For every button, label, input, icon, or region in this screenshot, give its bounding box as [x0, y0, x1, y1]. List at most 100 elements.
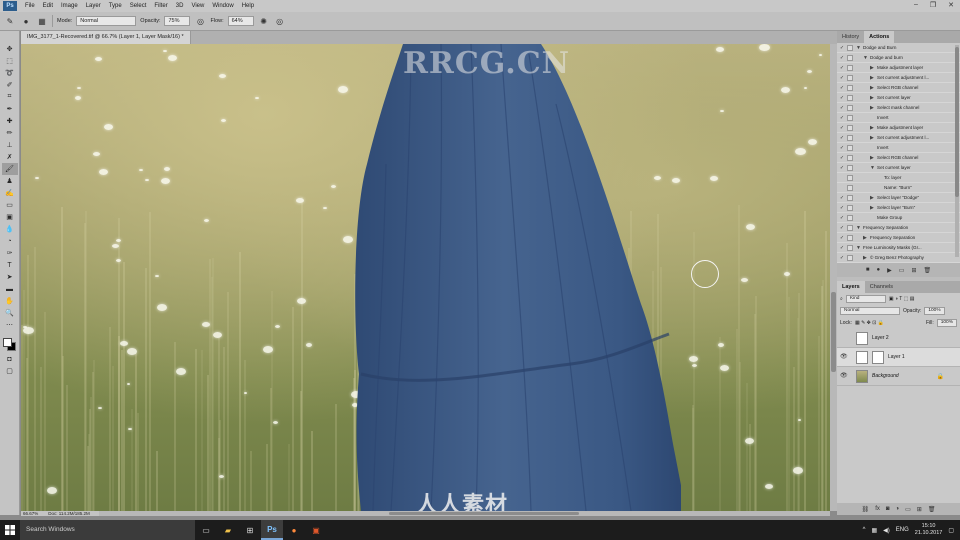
layer-row[interactable]: 👁 Layer 1 [837, 348, 960, 367]
action-check-icon[interactable]: ✓ [839, 95, 845, 101]
dialog-toggle-box[interactable] [847, 235, 853, 241]
hand-tool-icon[interactable]: ✋ [2, 295, 18, 307]
action-row[interactable]: ✓ ▶ Make adjustment layer [837, 63, 960, 73]
action-row[interactable]: ✓ Invert [837, 143, 960, 153]
clone-stamp-tool-icon[interactable]: ⊥ [2, 139, 18, 151]
zoom-level[interactable]: 66.67% [23, 511, 38, 516]
expand-triangle-icon[interactable]: ▼ [863, 53, 868, 63]
dialog-toggle-box[interactable] [847, 155, 853, 161]
action-check-icon[interactable]: ✓ [839, 85, 845, 91]
action-row[interactable]: ✓ ▶ Select RGB channel [837, 153, 960, 163]
lock-icons[interactable]: ▦ ✎ ✥ ⊡ 🔒 [855, 320, 884, 326]
action-row[interactable]: ✓ Make Group [837, 213, 960, 223]
layer-mask-thumbnail[interactable] [872, 351, 884, 364]
action-row[interactable]: To: layer [837, 173, 960, 183]
action-row[interactable]: ✓ ▼ Frequency Separation [837, 223, 960, 233]
brush-tool-icon[interactable]: 🖌 [1, 163, 18, 175]
dialog-toggle-box[interactable] [847, 245, 853, 251]
menu-filter[interactable]: Filter [150, 3, 171, 9]
filter-icons[interactable]: ▣ ◑ T ⬚ ▤ [889, 296, 915, 302]
pressure-size-icon[interactable]: ◎ [274, 15, 286, 27]
dialog-toggle-box[interactable] [847, 75, 853, 81]
start-button[interactable] [0, 520, 20, 540]
color-swatches[interactable] [2, 337, 18, 353]
dialog-toggle-box[interactable] [847, 85, 853, 91]
blur-tool-icon[interactable]: 💧 [2, 223, 18, 235]
action-check-icon[interactable]: ✓ [839, 245, 845, 251]
new-action-icon[interactable]: ⊞ [911, 267, 916, 274]
expand-triangle-icon[interactable]: ▼ [856, 243, 861, 253]
dialog-toggle-box[interactable] [847, 95, 853, 101]
dialog-toggle-box[interactable] [847, 65, 853, 71]
action-check-icon[interactable]: ✓ [839, 75, 845, 81]
expand-triangle-icon[interactable]: ▶ [870, 93, 874, 103]
action-row[interactable]: ✓ ▶ Select layer "Dodge" [837, 193, 960, 203]
action-check-icon[interactable]: ✓ [839, 235, 845, 241]
menu-type[interactable]: Type [105, 3, 126, 9]
menu-window[interactable]: Window [208, 3, 237, 9]
app-icon[interactable]: ▣ [305, 520, 327, 540]
expand-triangle-icon[interactable]: ▶ [870, 203, 874, 213]
tab-channels[interactable]: Channels [865, 281, 898, 293]
layer-row[interactable]: Layer 2 [837, 329, 960, 348]
layer-opacity-field[interactable]: 100% [924, 307, 945, 315]
action-check-icon[interactable]: ✓ [839, 105, 845, 111]
dialog-toggle-box[interactable] [847, 125, 853, 131]
menu-view[interactable]: View [187, 3, 208, 9]
tray-chevron-icon[interactable]: ^ [863, 527, 866, 533]
action-row[interactable]: ✓ ▶ Frequency Separation [837, 233, 960, 243]
group-icon[interactable]: ▭ [905, 506, 911, 513]
quick-select-tool-icon[interactable]: ✐ [2, 79, 18, 91]
task-view-icon[interactable]: ▭ [195, 520, 217, 540]
language-indicator[interactable]: ENG [896, 527, 909, 533]
type-tool-icon[interactable]: T [2, 259, 18, 271]
close-button[interactable]: ✕ [948, 1, 954, 9]
crop-tool-icon[interactable]: ⌗ [2, 91, 18, 103]
network-icon[interactable]: ▦ [871, 527, 877, 534]
action-row[interactable]: ✓ ▶ Select mask channel [837, 103, 960, 113]
expand-triangle-icon[interactable]: ▶ [870, 193, 874, 203]
eyedropper-tool-icon[interactable]: ✒ [2, 103, 18, 115]
record-icon[interactable]: ● [877, 267, 881, 273]
fill-field[interactable]: 100% [936, 319, 957, 327]
layer-name[interactable]: Layer 2 [872, 335, 889, 341]
document-tab[interactable]: IMG_3177_1-Recovered.tif @ 66.7% (Layer … [21, 31, 191, 44]
layer-name[interactable]: Background [872, 373, 899, 379]
action-row[interactable]: ✓ ▶ Set current layer [837, 93, 960, 103]
path-select-tool-icon[interactable]: ➤ [2, 271, 18, 283]
delete-icon[interactable]: 🗑 [923, 267, 931, 274]
action-row[interactable]: ✓ ▶ © Greg Benz Photography [837, 253, 960, 263]
healing-brush-tool-icon[interactable]: ✚ [2, 115, 18, 127]
blend-mode-select[interactable]: Normal [840, 307, 900, 315]
history-brush-tool-icon[interactable]: ✗ [2, 151, 18, 163]
clock[interactable]: 15:10 21.10.2017 [915, 523, 943, 537]
menu-3d[interactable]: 3D [172, 3, 188, 9]
action-row[interactable]: ✓ ▶ Set current adjustment l... [837, 73, 960, 83]
kind-filter-select[interactable]: Kind [845, 295, 886, 303]
mode-select[interactable]: Normal [76, 16, 137, 26]
expand-triangle-icon[interactable]: ▼ [856, 223, 861, 233]
tab-layers[interactable]: Layers [837, 281, 865, 293]
action-check-icon[interactable]: ✓ [839, 115, 845, 121]
adjustment-icon[interactable]: ◑ [895, 506, 899, 512]
visibility-eye-icon[interactable]: 👁 [840, 354, 848, 360]
layer-row[interactable]: 👁 Background 🔒 [837, 367, 960, 386]
action-check-icon[interactable]: ✓ [839, 225, 845, 231]
expand-triangle-icon[interactable]: ▶ [870, 133, 874, 143]
action-check-icon[interactable]: ✓ [839, 165, 845, 171]
expand-triangle-icon[interactable]: ▶ [863, 233, 867, 243]
action-check-icon[interactable]: ✓ [839, 255, 845, 261]
pencil-tool-icon[interactable]: ✏ [2, 127, 18, 139]
menu-help[interactable]: Help [238, 3, 258, 9]
doc-size[interactable]: Doc: 114.2M/185.2M [48, 511, 89, 516]
layer-name[interactable]: Layer 1 [888, 354, 905, 360]
gradient-tool-icon[interactable]: ▣ [2, 211, 18, 223]
dialog-toggle-box[interactable] [847, 115, 853, 121]
document-canvas[interactable]: RRCG.CN 人人素材 [21, 44, 830, 511]
visibility-eye-icon[interactable]: 👁 [840, 373, 848, 379]
menu-layer[interactable]: Layer [82, 3, 105, 9]
play-icon[interactable]: ▶ [887, 267, 892, 274]
dialog-toggle-box[interactable] [847, 195, 853, 201]
dialog-toggle-box[interactable] [847, 255, 853, 261]
dialog-toggle-box[interactable] [847, 55, 853, 61]
